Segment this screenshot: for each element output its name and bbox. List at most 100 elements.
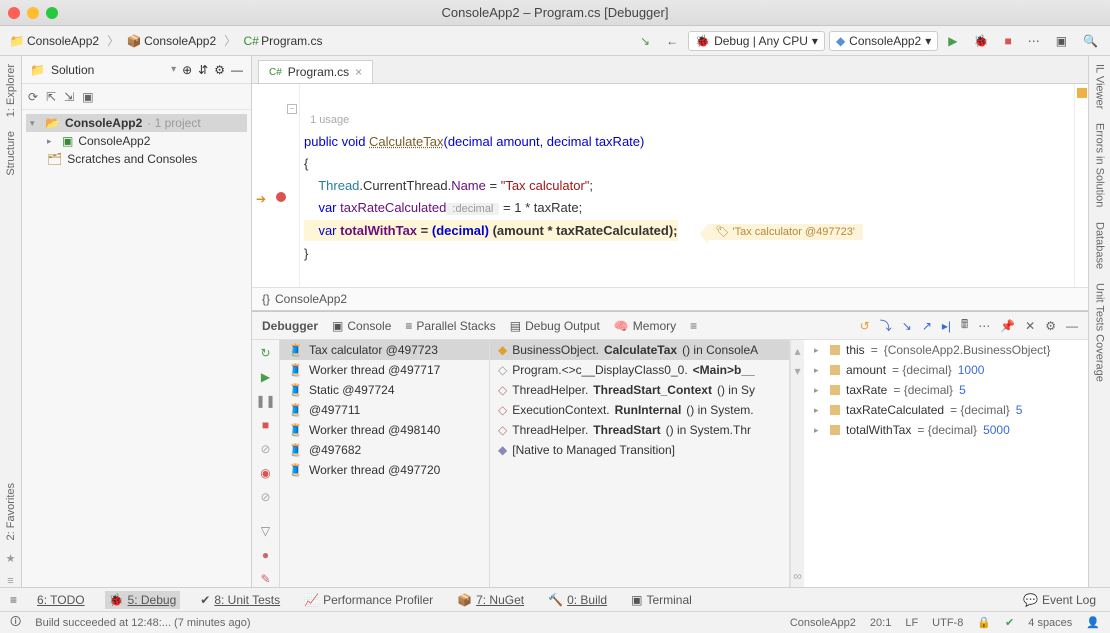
frames-scroll[interactable]: ▴ ▾ ∞ (790, 340, 804, 587)
step-over-icon[interactable]: ⤵ (880, 317, 892, 334)
editor-body[interactable]: − ➔ 1 usage public void CalculateTax(dec… (252, 84, 1088, 287)
frames-list[interactable]: ◆BusinessObject.CalculateTax() in Consol… (490, 340, 790, 587)
close-tab-icon[interactable]: × (355, 65, 362, 79)
status-person-icon[interactable]: 👤 (1086, 616, 1100, 629)
down-icon[interactable]: ▾ (794, 364, 800, 378)
threads-list[interactable]: 🧵Tax calculator @497723 🧵Worker thread @… (280, 340, 490, 587)
variables-list[interactable]: ▸this = {ConsoleApp2.BusinessObject} ▸am… (804, 340, 1088, 587)
thread-row[interactable]: 🧵Worker thread @497720 (280, 460, 489, 480)
view-icon[interactable]: ▣ (82, 90, 93, 104)
status-position[interactable]: 20:1 (870, 617, 891, 629)
collapse-icon[interactable]: ≡ (10, 593, 17, 607)
frame-row[interactable]: ◇Program.<>c__DisplayClass0_0.<Main>b__ (490, 360, 789, 380)
thread-row[interactable]: 🧵 @497711 (280, 400, 489, 420)
gear-icon[interactable]: ⚙ (1045, 319, 1056, 333)
status-bulb-icon[interactable]: 🛈 (10, 613, 21, 632)
frame-row[interactable]: ◆[Native to Managed Transition] (490, 440, 789, 460)
event-log-button[interactable]: 💬Event Log (1019, 591, 1100, 609)
frame-row[interactable]: ◇ThreadHelper.ThreadStart_Context() in S… (490, 380, 789, 400)
wand-icon[interactable]: ✎ (260, 572, 270, 586)
layout-button[interactable]: ▣ (1050, 32, 1073, 50)
debug-tab-memory[interactable]: 🧠Memory (614, 319, 676, 333)
expand-icon[interactable]: ⇱ (46, 90, 56, 104)
breakpoints-icon[interactable]: ◉ (260, 466, 270, 480)
tool-tab-database[interactable]: Database (1094, 220, 1106, 271)
tool-tab-explorer[interactable]: 1: Explorer (5, 62, 17, 119)
error-stripe[interactable] (1074, 84, 1088, 287)
search-everywhere-button[interactable]: 🔍 (1077, 32, 1104, 50)
pin-icon[interactable]: ● (262, 548, 269, 562)
collapse-all-icon[interactable]: ⇵ (198, 63, 208, 77)
tree-solution-node[interactable]: ▾ 📂 ConsoleApp2 · 1 project (26, 114, 247, 132)
tool-tab-ilviewer[interactable]: IL Viewer (1094, 62, 1106, 111)
hide-panel-icon[interactable]: — (1066, 319, 1078, 333)
run-target-dropdown[interactable]: ◆ ConsoleApp2 ▾ (829, 31, 938, 51)
debug-tab-console[interactable]: ▣Console (332, 319, 391, 333)
tool-tab-terminal[interactable]: ▣Terminal (627, 591, 696, 609)
debug-tab-output[interactable]: ▤Debug Output (510, 319, 600, 333)
tree-scratches-node[interactable]: 🗂 Scratches and Consoles (26, 150, 247, 168)
link-icon[interactable]: ∞ (793, 569, 802, 583)
gear-icon[interactable]: ⚙ (214, 63, 225, 77)
editor-gutter[interactable]: − ➔ (252, 84, 300, 287)
hide-panel-icon[interactable]: — (231, 63, 243, 77)
status-eol[interactable]: LF (905, 617, 918, 629)
status-app[interactable]: ConsoleApp2 (790, 617, 856, 629)
thread-row[interactable]: 🧵Tax calculator @497723 (280, 340, 489, 360)
tool-tab-profiler[interactable]: 📈Performance Profiler (300, 591, 437, 609)
pause-icon[interactable]: ❚❚ (255, 394, 275, 408)
sync-icon[interactable]: ⟳ (28, 90, 38, 104)
editor-breadcrumb[interactable]: {} ConsoleApp2 (252, 287, 1088, 311)
frame-row[interactable]: ◇ThreadHelper.ThreadStart() in System.Th… (490, 420, 789, 440)
debug-button[interactable]: 🐞 (968, 32, 995, 50)
editor-tab[interactable]: C# Program.cs × (258, 60, 373, 83)
var-row[interactable]: ▸taxRate = {decimal} 5 (804, 380, 1088, 400)
tool-tab-build[interactable]: 🔨0: Build (544, 591, 611, 609)
more-actions-button[interactable]: ⋯ (1022, 32, 1046, 50)
pin-icon[interactable]: 📌 (1000, 319, 1015, 333)
breadcrumb-solution[interactable]: 📁 ConsoleApp2 (6, 32, 103, 50)
fold-icon[interactable]: − (287, 104, 297, 114)
breakpoint-icon[interactable] (276, 192, 286, 202)
tool-tab-favorites[interactable]: 2: Favorites (5, 481, 17, 542)
tool-tab-todo[interactable]: 6: TODO (33, 591, 89, 609)
chevron-down-icon[interactable]: ▾ (171, 64, 176, 75)
tool-tab-nuget[interactable]: 📦7: NuGet (453, 591, 528, 609)
var-row[interactable]: ▸amount = {decimal} 1000 (804, 360, 1088, 380)
step-into-icon[interactable]: ↘ (902, 319, 912, 333)
resume-icon[interactable]: ▶ (261, 370, 270, 384)
debug-tab-parallel[interactable]: ≡Parallel Stacks (405, 319, 495, 333)
layout-toggle-icon[interactable]: ≡ (690, 319, 697, 333)
rerun-icon[interactable]: ↻ (260, 346, 270, 360)
status-encoding[interactable]: UTF-8 (932, 617, 963, 629)
tool-tab-structure[interactable]: Structure (5, 129, 17, 178)
stop-icon[interactable]: ■ (262, 418, 269, 432)
filter-icon[interactable]: ▽ (261, 524, 270, 538)
var-row[interactable]: ▸taxRateCalculated = {decimal} 5 (804, 400, 1088, 420)
var-row[interactable]: ▸this = {ConsoleApp2.BusinessObject} (804, 340, 1088, 360)
frame-row[interactable]: ◆BusinessObject.CalculateTax() in Consol… (490, 340, 789, 360)
run-to-cursor-icon[interactable]: ▸| (942, 319, 951, 333)
lock-icon[interactable]: 🔒 (977, 616, 991, 629)
step-out-icon[interactable]: ↗ (922, 319, 932, 333)
hammer-icon[interactable]: ↘ (634, 32, 656, 50)
debug-tab-debugger[interactable]: Debugger (262, 319, 318, 333)
tool-tab-coverage[interactable]: Unit Tests Coverage (1094, 281, 1106, 384)
breadcrumb-file[interactable]: C# Program.cs (240, 32, 326, 50)
target-icon[interactable]: ⊕ (182, 63, 192, 77)
thread-row[interactable]: 🧵Worker thread @497717 (280, 360, 489, 380)
stop-button[interactable]: ■ (998, 32, 1017, 50)
breadcrumb-project[interactable]: 📦 ConsoleApp2 (123, 32, 220, 50)
evaluate-icon[interactable]: 🖩 (961, 315, 968, 336)
up-icon[interactable]: ▴ (794, 344, 800, 358)
kill-icon[interactable]: ⊘ (260, 442, 270, 456)
var-row[interactable]: ▸totalWithTax = {decimal} 5000 (804, 420, 1088, 440)
star-icon[interactable]: ★ (6, 552, 16, 565)
thread-row[interactable]: 🧵 @497682 (280, 440, 489, 460)
collapse-icon[interactable]: ⇲ (64, 90, 74, 104)
tool-tab-errors[interactable]: Errors in Solution (1094, 121, 1106, 209)
tool-tab-debug[interactable]: 🐞5: Debug (105, 591, 181, 609)
status-indent[interactable]: 4 spaces (1028, 617, 1072, 629)
thread-row[interactable]: 🧵Static @497724 (280, 380, 489, 400)
close-panel-icon[interactable]: ✕ (1025, 319, 1035, 333)
